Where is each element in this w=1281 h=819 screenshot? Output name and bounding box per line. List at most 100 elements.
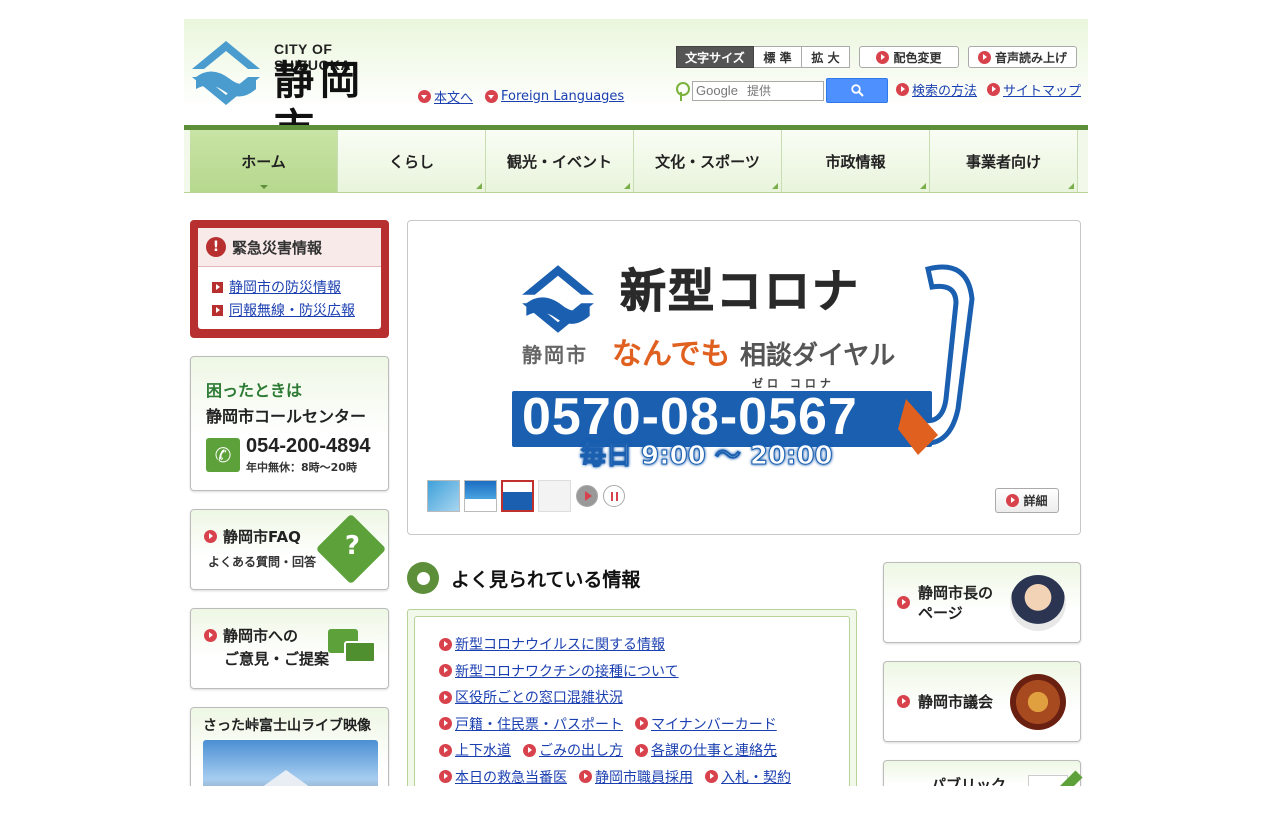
slide-subtitle: 相談ダイヤル (740, 341, 896, 371)
arrow-right-icon (987, 83, 1001, 96)
search-button[interactable] (826, 78, 888, 103)
carousel-thumb-1[interactable] (427, 480, 460, 512)
arrow-right-icon (439, 664, 452, 678)
nav-tourism-events[interactable]: 観光・イベント (486, 130, 634, 192)
detail-label: 詳細 (1023, 494, 1048, 508)
skip-to-content: 本文へ (418, 87, 473, 106)
left-sidebar: ! 緊急災害情報 静岡市の防災情報 同報無線・防災広報 困ったときは 静岡市コー… (190, 220, 389, 807)
faq-banner[interactable]: 静岡市FAQ よくある質問・回答 ? (190, 509, 389, 590)
section-circle-icon (407, 562, 439, 594)
popular-link[interactable]: ごみの出し方 (539, 740, 623, 760)
search-help-link[interactable]: 検索の方法 (912, 80, 977, 99)
carousel-thumb-4[interactable] (538, 480, 571, 512)
popular-link[interactable]: 区役所ごとの窓口混雑状況 (455, 687, 623, 707)
council-photo (1010, 674, 1066, 730)
slide-hours: 毎日 9:00 〜 20:00 (580, 441, 834, 472)
popular-link[interactable]: 新型コロナウイルスに関する情報 (455, 634, 665, 654)
list-item: 上下水道 (439, 740, 511, 760)
emergency-title: 緊急災害情報 (232, 238, 323, 257)
council-banner[interactable]: 静岡市議会 (883, 661, 1081, 742)
emergency-box: ! 緊急災害情報 静岡市の防災情報 同報無線・防災広報 (190, 220, 389, 338)
font-size-standard-button[interactable]: 標 準 (754, 46, 802, 68)
slide-emphasis: なんでも (612, 337, 731, 372)
font-size-large-button[interactable]: 拡 大 (802, 46, 850, 68)
arrow-down-icon (418, 90, 431, 103)
carousel-thumb-3[interactable] (501, 480, 534, 512)
popular-list: 新型コロナウイルスに関する情報 新型コロナワクチンの接種について 区役所ごとの窓… (414, 616, 850, 806)
nav-business[interactable]: 事業者向け (930, 130, 1078, 192)
foreign-languages-link[interactable]: Foreign Languages (501, 89, 624, 104)
carousel-slide[interactable]: 静岡市 新型コロナ なんでも 相談ダイヤル ゼロ コロナ 0570-08-056… (512, 255, 978, 472)
arrow-right-icon (579, 770, 592, 784)
nav-culture-sports[interactable]: 文化・スポーツ (634, 130, 782, 192)
popular-link[interactable]: 各課の仕事と連絡先 (651, 740, 777, 760)
alert-icon: ! (206, 237, 226, 257)
list-item: 本日の救急当番医 (439, 767, 567, 787)
popular-link[interactable]: マイナンバーカード (651, 714, 777, 734)
carousel-pause-button[interactable] (603, 485, 625, 507)
font-size-label: 文字サイズ (676, 46, 754, 68)
play-icon (584, 491, 592, 501)
broadcast-radio-link[interactable]: 同報無線・防災広報 (229, 300, 355, 320)
popular-link[interactable]: 入札・契約 (721, 767, 791, 787)
carousel-play-button[interactable] (576, 485, 598, 507)
opinion-banner[interactable]: 静岡市への ご意見・ご提案 (190, 608, 389, 689)
fuji-live-title: さった峠富士山ライブ映像 (203, 718, 371, 734)
arrow-right-icon (439, 743, 452, 757)
carousel-thumb-2[interactable] (464, 480, 497, 512)
call-center-number: 054-200-4894 (246, 435, 371, 457)
sitemap-link[interactable]: サイトマップ (1003, 80, 1081, 99)
accessibility-tools: 文字サイズ 標 準 拡 大 配色変更 音声読み上げ (676, 46, 1077, 68)
list-item: 静岡市の防災情報 (212, 277, 381, 297)
council-label: 静岡市議会 (918, 692, 994, 711)
popular-row: 上下水道 ごみの出し方 各課の仕事と連絡先 (439, 737, 849, 764)
list-item: 新型コロナワクチンの接種について (439, 661, 679, 681)
mayor-banner[interactable]: 静岡市長の ページ (883, 562, 1081, 643)
popular-link[interactable]: 静岡市職員採用 (595, 767, 693, 787)
city-emblem-icon (192, 41, 260, 105)
arrow-right-icon (1006, 494, 1020, 507)
foreign-languages: Foreign Languages (485, 87, 624, 106)
mayor-photo (1010, 575, 1066, 631)
site-logo[interactable]: CITY OF SHIZUOKA 静岡市 (190, 39, 410, 152)
popular-row: 新型コロナウイルスに関する情報 (439, 631, 849, 658)
phone-icon: ✆ (206, 438, 240, 472)
search-field-wrap: Google (692, 80, 824, 101)
arrow-right-icon (439, 690, 452, 704)
emergency-inner: ! 緊急災害情報 静岡市の防災情報 同報無線・防災広報 (198, 228, 381, 329)
arrow-right-icon (439, 717, 452, 731)
nav-city-administration[interactable]: 市政情報 (782, 130, 930, 192)
skip-to-content-link[interactable]: 本文へ (434, 87, 473, 106)
page-bottom-fill (0, 786, 1281, 819)
site-search: Google (676, 78, 888, 103)
list-item: 新型コロナウイルスに関する情報 (439, 634, 665, 654)
carousel-detail-button[interactable]: 詳細 (995, 488, 1059, 513)
arrow-right-icon (523, 743, 536, 757)
carousel-thumbnails (427, 480, 625, 512)
search-help: 検索の方法 (896, 80, 977, 99)
popular-link[interactable]: 本日の救急当番医 (455, 767, 567, 787)
popular-row: 新型コロナワクチンの接種について (439, 658, 849, 685)
arrow-right-icon (204, 629, 217, 642)
popular-link[interactable]: 上下水道 (455, 740, 511, 760)
arrow-right-icon (212, 281, 223, 293)
arrow-right-icon (897, 596, 910, 609)
popular-link[interactable]: 戸籍・住民票・パスポート (455, 714, 623, 734)
popular-link[interactable]: 新型コロナワクチンの接種について (455, 661, 679, 681)
slide-city: 静岡市 (522, 343, 588, 367)
read-aloud-button[interactable]: 音声読み上げ (968, 46, 1077, 68)
hero-carousel: 静岡市 新型コロナ なんでも 相談ダイヤル ゼロ コロナ 0570-08-056… (407, 220, 1081, 535)
call-center-title: 困ったときは (206, 381, 303, 400)
slide-title: 新型コロナ (620, 264, 860, 319)
nav-home[interactable]: ホーム (190, 130, 338, 192)
call-center-banner[interactable]: 困ったときは 静岡市コールセンター ✆ 054-200-4894 年中無休：8時… (190, 356, 389, 491)
call-center-number-row: ✆ 054-200-4894 年中無休：8時〜20時 (206, 435, 388, 475)
color-change-button[interactable]: 配色変更 (859, 46, 959, 68)
opinion-title: 静岡市への (223, 627, 299, 645)
popular-row: 区役所ごとの窓口混雑状況 (439, 684, 849, 711)
list-item: 静岡市職員採用 (579, 767, 693, 787)
nav-living[interactable]: くらし (338, 130, 486, 192)
mayor-label: 静岡市長の ページ (918, 583, 994, 622)
disaster-prevention-link[interactable]: 静岡市の防災情報 (229, 277, 341, 297)
arrow-right-icon (977, 50, 991, 64)
